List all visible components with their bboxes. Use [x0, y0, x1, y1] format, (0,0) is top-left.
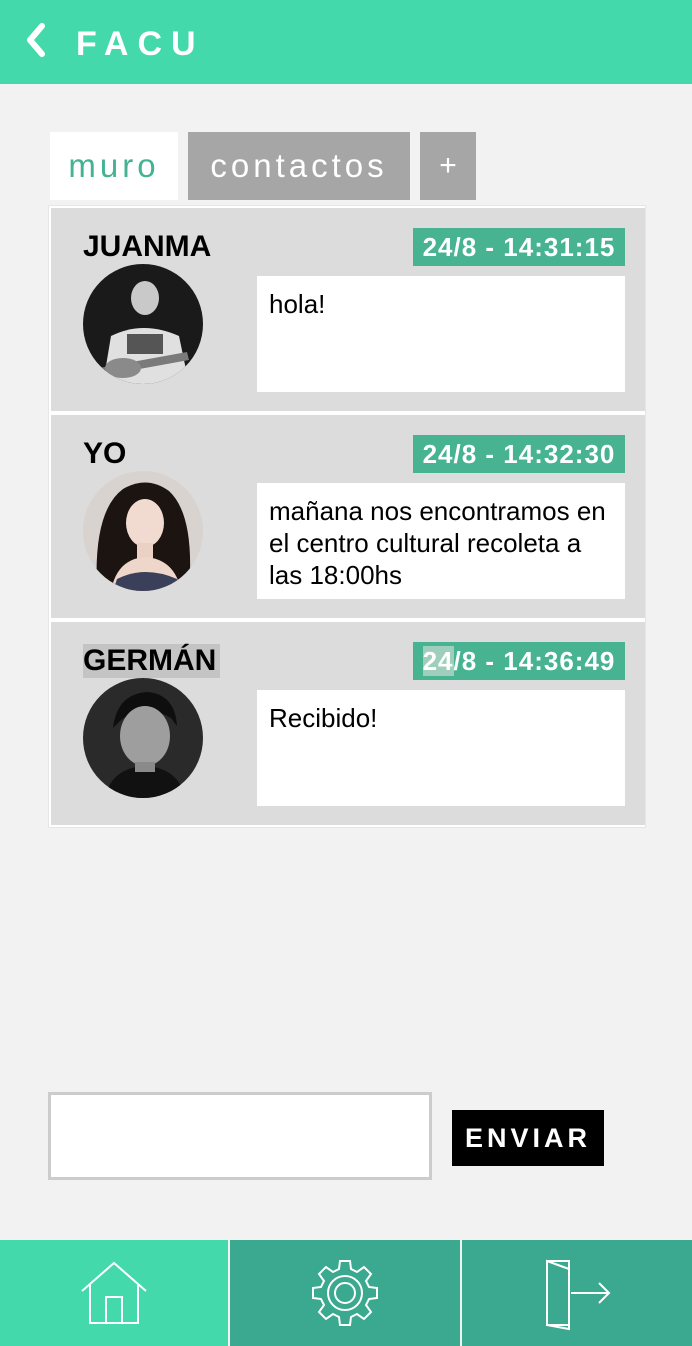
message-text: Recibido! — [257, 690, 625, 806]
top-bar: FACU — [0, 0, 692, 84]
message-item: JUANMA 24/8 - 14:31:15 hola! — [51, 208, 645, 411]
chevron-left-icon — [27, 23, 45, 57]
gear-icon — [312, 1260, 378, 1326]
back-button[interactable] — [22, 20, 58, 60]
message-author: YO — [83, 437, 127, 470]
message-item: GERMÁN 24/8 - 14:36:49 Recibido! — [51, 622, 645, 825]
avatar — [83, 471, 203, 591]
message-input[interactable] — [48, 1092, 432, 1180]
message-author: JUANMA — [83, 230, 212, 263]
message-timestamp: 24/8 - 14:32:30 — [413, 435, 625, 473]
selected-text: 24 — [422, 646, 454, 676]
bottom-nav — [0, 1240, 692, 1346]
send-button[interactable]: ENVIAR — [452, 1110, 604, 1166]
nav-logout-button[interactable] — [462, 1240, 692, 1346]
timestamp-rest: /8 - 14:36:49 — [453, 646, 616, 676]
message-timestamp: 24/8 - 14:36:49 — [413, 642, 625, 680]
message-timestamp: 24/8 - 14:31:15 — [413, 228, 625, 266]
tab-add-button[interactable]: + — [420, 132, 476, 200]
nav-settings-button[interactable] — [230, 1240, 460, 1346]
page-title: FACU — [76, 25, 205, 63]
avatar — [83, 678, 203, 798]
logout-icon — [546, 1259, 611, 1331]
avatar — [83, 264, 203, 384]
message-item: YO 24/8 - 14:32:30 mañana nos encontramo… — [51, 415, 645, 618]
message-wall: JUANMA 24/8 - 14:31:15 hola! YO 24/8 - 1… — [48, 205, 646, 828]
nav-home-button[interactable] — [0, 1240, 228, 1346]
message-text: mañana nos encontramos en el centro cult… — [257, 483, 625, 599]
tab-contactos[interactable]: contactos — [188, 132, 410, 200]
message-text: hola! — [257, 276, 625, 392]
message-author: GERMÁN — [83, 644, 221, 678]
tab-muro[interactable]: muro — [50, 132, 178, 200]
home-icon — [81, 1261, 147, 1324]
